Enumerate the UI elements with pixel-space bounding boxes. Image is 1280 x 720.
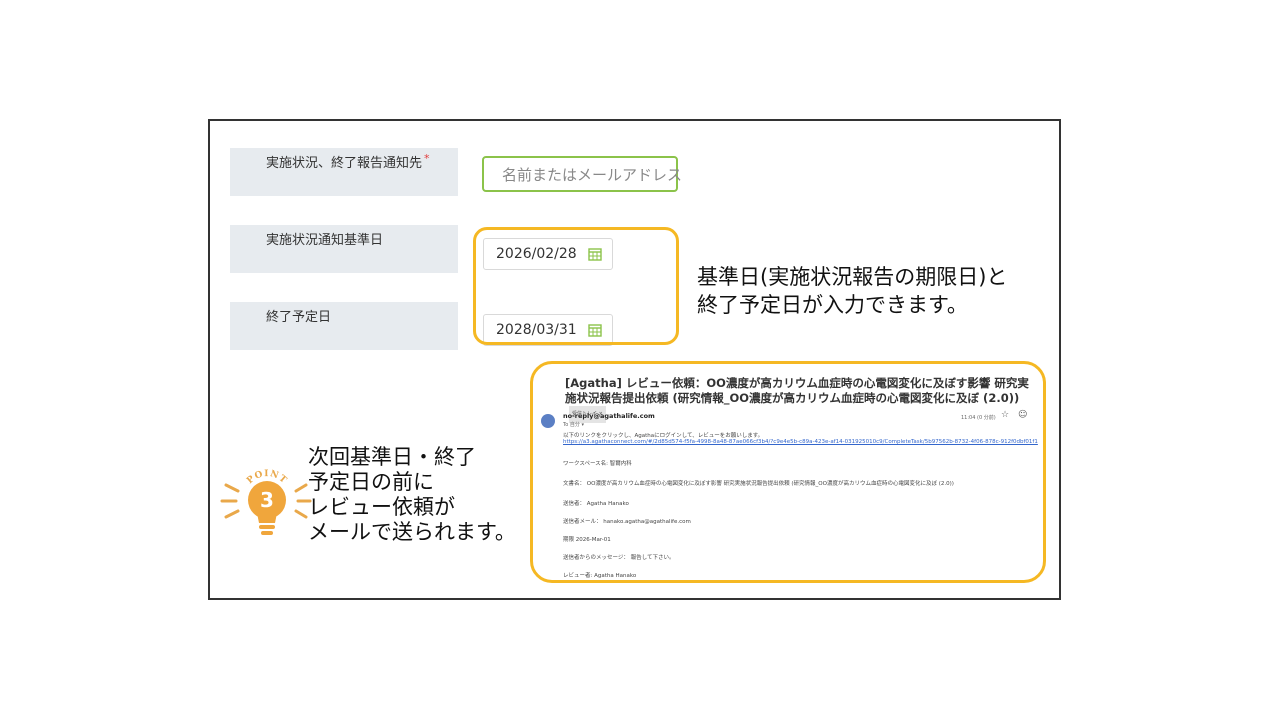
email-deadline: 期限 2026-Mar-01 bbox=[563, 537, 611, 543]
mail-callout-line4: メールで送られます。 bbox=[308, 520, 516, 544]
email-recipient[interactable]: To 自分 ▾ bbox=[563, 421, 584, 428]
emoji-icon[interactable]: ☺ bbox=[1018, 410, 1027, 420]
dates-callout-line1: 基準日(実施状況報告の期限日)と bbox=[697, 265, 1008, 289]
end-date-label-text: 終了予定日 bbox=[266, 310, 332, 325]
avatar bbox=[541, 414, 555, 428]
mail-callout-line3: レビュー依頼が bbox=[308, 495, 455, 519]
dates-callout-line2: 終了予定日が入力できます。 bbox=[697, 293, 968, 317]
point-bulb-icon: POINT 3 bbox=[220, 469, 312, 535]
dates-highlight bbox=[473, 227, 679, 345]
end-date-label: 終了予定日 bbox=[230, 302, 458, 350]
email-message: 送信者からのメッセージ： 報告して下さい。 bbox=[563, 555, 675, 561]
email-preview: [Agatha] レビュー依頼：OO濃度が高カリウム血症時の心電図変化に及ぼす影… bbox=[530, 361, 1046, 583]
email-intro: 以下のリンクをクリックし、Agathaにログインして、レビューをお願いします。 bbox=[563, 433, 764, 439]
base-date-label-text: 実施状況通知基準日 bbox=[266, 233, 384, 248]
email-time: 11:04 (0 分前) bbox=[961, 415, 996, 421]
notify-recipient-label-text: 実施状況、終了報告通知先 bbox=[266, 156, 423, 171]
email-sender-mail: 送信者メール： hanako.agatha@agathalife.com bbox=[563, 519, 691, 525]
mail-callout: 次回基準日・終了 予定日の前に レビュー依頼が メールで送られます。 bbox=[308, 445, 516, 545]
recipient-search-input[interactable]: 名前またはメールアドレス bbox=[482, 156, 682, 192]
email-sender-name: 送信者： Agatha Hanako bbox=[563, 501, 629, 507]
email-review-link[interactable]: https://a3.agathaconnect.com/#/2d85d574-… bbox=[563, 439, 1038, 445]
email-workspace: ワークスペース名: 智爾内科 bbox=[563, 461, 632, 467]
search-placeholder: 名前またはメールアドレス bbox=[502, 165, 683, 184]
mail-callout-line2: 予定日の前に bbox=[308, 470, 434, 494]
email-reviewer: レビュー者: Agatha Hanako bbox=[563, 573, 637, 579]
email-subject-text: [Agatha] レビュー依頼：OO濃度が高カリウム血症時の心電図変化に及ぼす影… bbox=[565, 376, 1029, 405]
notify-recipient-label: 実施状況、終了報告通知先 * bbox=[230, 148, 458, 196]
email-document: 文書名： OO濃度が高カリウム血症時の心電図変化に及ぼす影響 研究実施状況報告提… bbox=[563, 481, 954, 487]
mail-callout-line1: 次回基準日・終了 bbox=[308, 445, 476, 469]
base-date-label: 実施状況通知基準日 bbox=[230, 225, 458, 273]
email-sender: no-reply@agathalife.com bbox=[563, 412, 655, 420]
dates-callout: 基準日(実施状況報告の期限日)と 終了予定日が入力できます。 bbox=[697, 263, 1007, 319]
required-mark: * bbox=[424, 152, 430, 165]
star-icon[interactable]: ☆ bbox=[1001, 410, 1009, 420]
slide-frame: 実施状況、終了報告通知先 * 名前またはメールアドレス 実施状況通知基準日 202… bbox=[208, 119, 1061, 600]
point-number: 3 bbox=[260, 488, 274, 512]
